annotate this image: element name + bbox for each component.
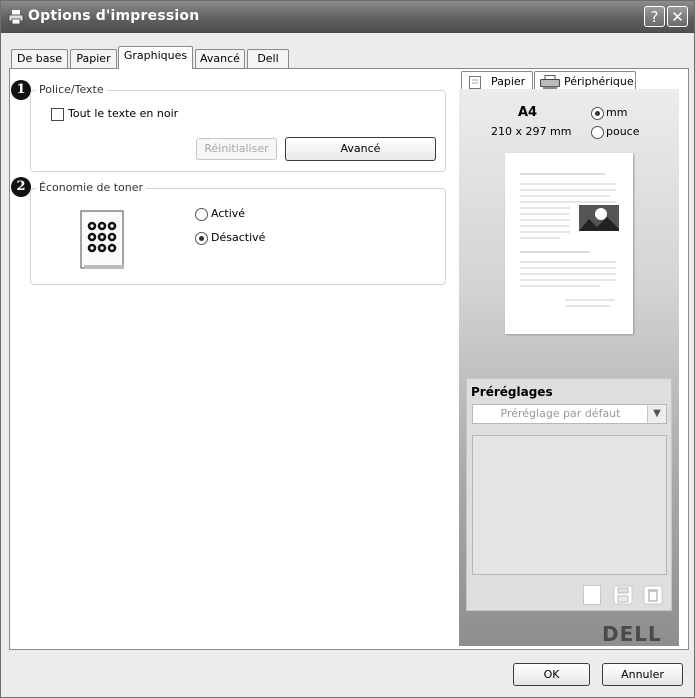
paper-size: 210 x 297 mm (491, 125, 572, 138)
reset-button[interactable]: Réinitialiser (196, 138, 277, 160)
section-badge-2: 2 (11, 177, 31, 197)
tab-graphiques[interactable]: Graphiques (118, 46, 193, 69)
chevron-down-icon[interactable]: ▼ (647, 405, 666, 423)
presets-select-value: Préréglage par défaut (500, 407, 621, 420)
cancel-button[interactable]: Annuler (602, 663, 683, 686)
delete-preset-icon[interactable] (643, 585, 663, 605)
dell-logo: DELL (602, 622, 662, 646)
toner-on-label: Activé (211, 207, 246, 220)
ok-button[interactable]: OK (513, 663, 590, 686)
paper-icon (469, 76, 481, 89)
all-text-black-checkbox[interactable] (51, 108, 64, 121)
all-text-black-label: Tout le texte en noir (68, 107, 179, 120)
page-preview (505, 153, 633, 334)
presets-list[interactable] (472, 435, 667, 575)
font-text-group-title: Police/Texte (36, 83, 107, 96)
help-button[interactable]: ? (644, 6, 665, 27)
printer-icon (8, 10, 24, 25)
paper-name: A4 (518, 105, 538, 120)
unit-inch-label: pouce (606, 125, 640, 138)
section-badge-1: 1 (11, 80, 31, 100)
presets-group: Préréglages Préréglage par défaut ▼ (466, 378, 672, 611)
tab-papier[interactable]: Papier (70, 49, 117, 68)
printer-device-icon (540, 75, 560, 90)
tab-de-base[interactable]: De base (11, 49, 68, 68)
tab-avance[interactable]: Avancé (195, 49, 245, 68)
unit-mm-radio[interactable] (591, 107, 604, 120)
toner-off-label: Désactivé (211, 231, 266, 244)
toner-saving-group-title: Économie de toner (36, 181, 147, 194)
new-preset-icon[interactable] (583, 585, 601, 605)
tab-dell[interactable]: Dell (247, 49, 289, 68)
close-button[interactable]: ✕ (667, 6, 688, 27)
print-options-dialog: Options d'impression ? ✕ De base Papier … (0, 0, 695, 698)
unit-inch-radio[interactable] (591, 126, 604, 139)
window-title: Options d'impression (28, 8, 200, 24)
save-preset-icon[interactable] (613, 585, 633, 605)
preview-image-icon (579, 205, 619, 231)
font-advanced-button[interactable]: Avancé (285, 137, 436, 161)
toner-page-icon (80, 210, 124, 269)
presets-select[interactable]: Préréglage par défaut ▼ (472, 404, 667, 424)
toner-off-radio[interactable] (195, 232, 208, 245)
title-bar[interactable]: Options d'impression ? ✕ (1, 1, 694, 33)
toner-on-radio[interactable] (195, 208, 208, 221)
unit-mm-label: mm (606, 106, 628, 119)
presets-title: Préréglages (471, 385, 553, 399)
